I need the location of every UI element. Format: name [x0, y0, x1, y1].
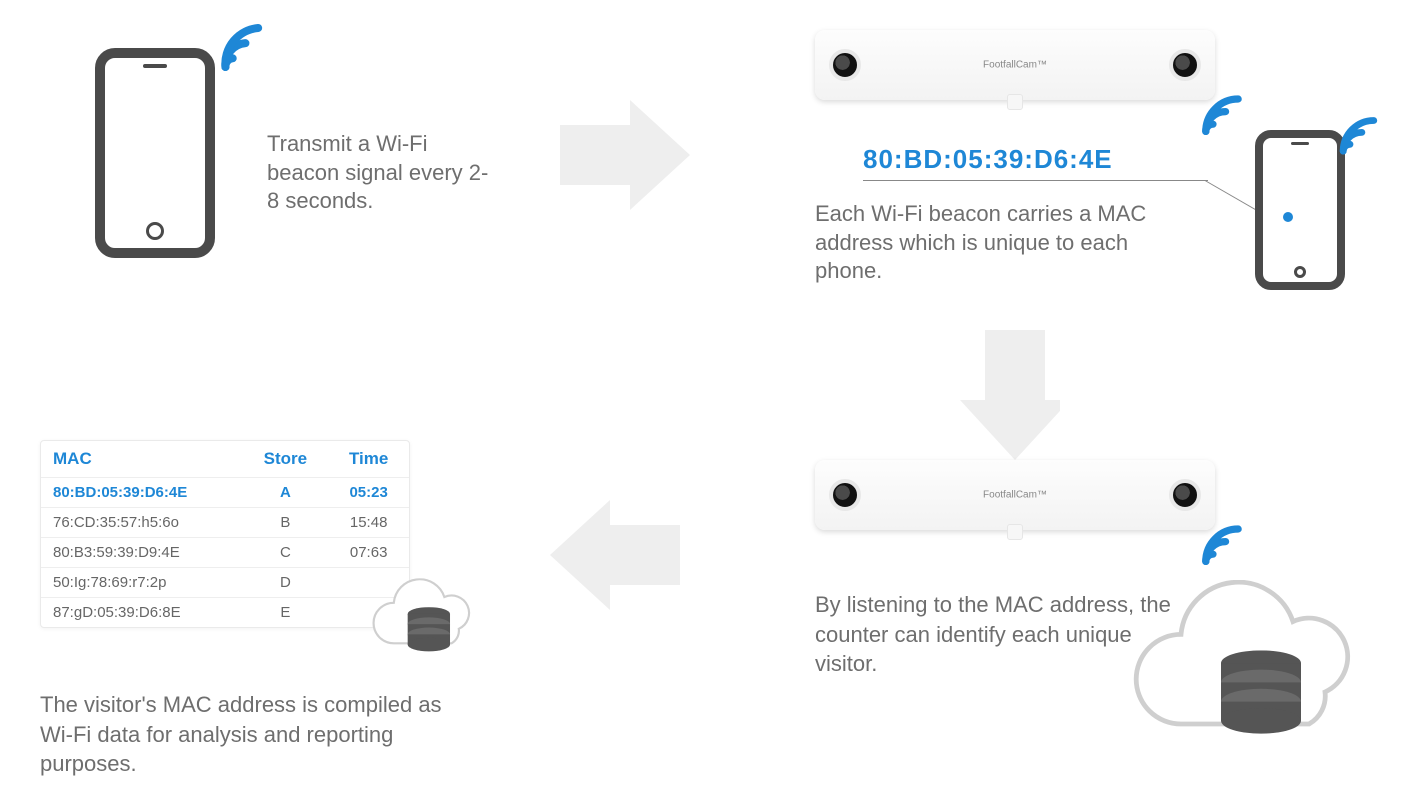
cloud-database-icon — [1125, 580, 1381, 780]
arrow-right-icon — [560, 100, 710, 220]
arrow-left-icon — [540, 500, 690, 620]
cell-store: E — [242, 598, 328, 628]
step-4: MAC Store Time 80:BD:05:39:D6:4EA05:2376… — [40, 440, 480, 628]
cloud-database-icon — [369, 578, 488, 672]
device-brand-label: FootfallCam™ — [983, 490, 1047, 501]
cell-store: C — [242, 538, 328, 568]
wifi-icon — [1333, 112, 1388, 162]
cell-time: 15:48 — [328, 508, 409, 538]
table-row: 80:BD:05:39:D6:4EA05:23 — [41, 478, 409, 508]
cell-mac: 76:CD:35:57:h5:6o — [41, 508, 242, 538]
cell-time: 05:23 — [328, 478, 409, 508]
cell-store: D — [242, 568, 328, 598]
col-time: Time — [328, 441, 409, 478]
wifi-icon — [1195, 90, 1250, 140]
cell-mac: 80:BD:05:39:D6:4E — [41, 478, 242, 508]
wifi-icon — [1195, 520, 1250, 570]
device-brand-label: FootfallCam™ — [983, 60, 1047, 71]
mac-data-table: MAC Store Time 80:BD:05:39:D6:4EA05:2376… — [40, 440, 410, 628]
mac-address-label: 80:BD:05:39:D6:4E — [863, 144, 1113, 175]
cell-mac: 80:B3:59:39:D9:4E — [41, 538, 242, 568]
table-row: 50:Ig:78:69:r7:2pD — [41, 568, 409, 598]
counter-device-icon: FootfallCam™ — [815, 460, 1215, 530]
table-header-row: MAC Store Time — [41, 441, 409, 478]
table-row: 80:B3:59:39:D9:4EC07:63 — [41, 538, 409, 568]
divider — [863, 180, 1208, 181]
step1-description: Transmit a Wi-Fi beacon signal every 2-8… — [267, 130, 497, 216]
counter-device-icon: FootfallCam™ — [815, 30, 1215, 100]
step-3: FootfallCam™ By listening to the MAC add… — [815, 460, 1385, 530]
step2-description: Each Wi-Fi beacon carries a MAC address … — [815, 200, 1185, 286]
cell-store: A — [242, 478, 328, 508]
smartphone-icon — [1255, 130, 1345, 290]
arrow-down-icon — [940, 330, 1060, 470]
table-row: 87:gD:05:39:D6:8EE — [41, 598, 409, 628]
cell-mac: 50:Ig:78:69:r7:2p — [41, 568, 242, 598]
table-row: 76:CD:35:57:h5:6oB15:48 — [41, 508, 409, 538]
col-mac: MAC — [41, 441, 242, 478]
col-store: Store — [242, 441, 328, 478]
wifi-icon — [210, 22, 270, 77]
cell-store: B — [242, 508, 328, 538]
smartphone-icon — [95, 48, 215, 258]
step4-description: The visitor's MAC address is compiled as… — [40, 690, 450, 779]
cell-time: 07:63 — [328, 538, 409, 568]
step-2: FootfallCam™ 80:BD:05:39:D6:4E Each Wi-F… — [815, 30, 1385, 100]
cell-mac: 87:gD:05:39:D6:8E — [41, 598, 242, 628]
